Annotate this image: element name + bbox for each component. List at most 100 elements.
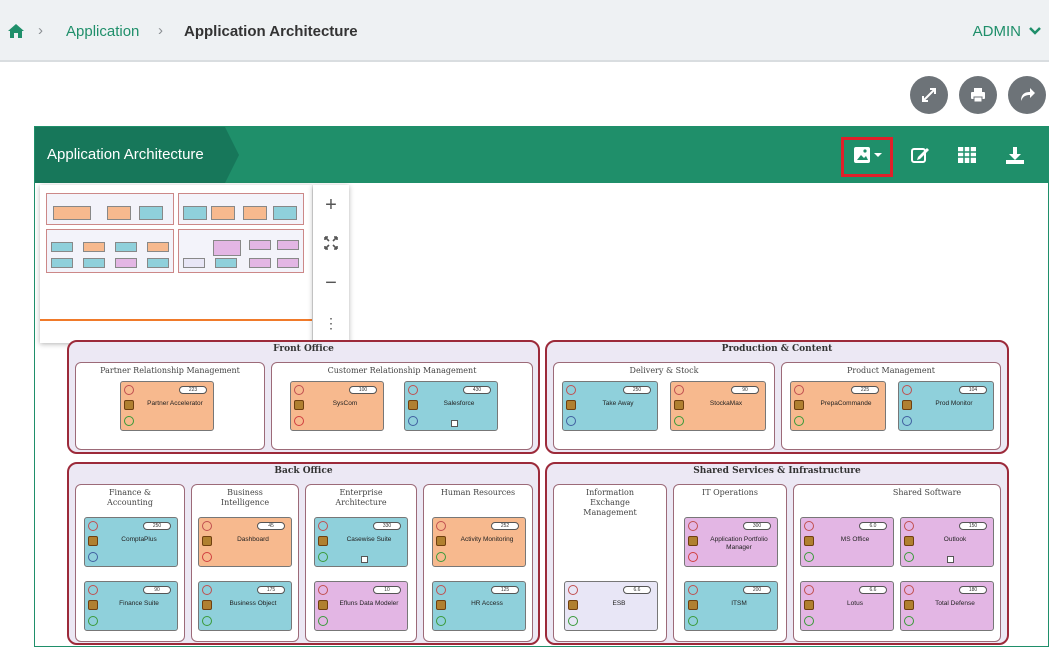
expand-box-icon[interactable] bbox=[361, 556, 368, 563]
expand-icon bbox=[922, 88, 936, 102]
download-icon[interactable] bbox=[1005, 146, 1025, 164]
check-icon bbox=[88, 552, 98, 562]
app-card[interactable]: 250 Take Away bbox=[562, 381, 658, 431]
expand-box-icon[interactable] bbox=[451, 420, 458, 427]
app-card[interactable]: 430 Salesforce bbox=[404, 381, 498, 431]
app-card[interactable]: 10 Efluns Data Modeler bbox=[314, 581, 408, 631]
user-menu[interactable]: ADMIN bbox=[973, 23, 1021, 40]
minus-icon: − bbox=[325, 271, 337, 294]
subgroup-delivery[interactable]: Delivery & Stock 250 Take Away 90 Stocka… bbox=[553, 362, 775, 450]
status-icon bbox=[202, 585, 212, 595]
check-icon bbox=[294, 416, 304, 426]
minimap-app bbox=[83, 242, 105, 252]
app-badge: 104 bbox=[959, 386, 987, 394]
subgroup-it-operations[interactable]: IT Operations 300 Application Portfolio … bbox=[673, 484, 787, 642]
check-icon bbox=[804, 552, 814, 562]
group-production-content[interactable]: Production & Content Delivery & Stock 25… bbox=[545, 340, 1009, 454]
category-icon bbox=[902, 400, 912, 410]
home-icon[interactable] bbox=[8, 24, 24, 38]
check-icon bbox=[436, 552, 446, 562]
app-card[interactable]: 104 Prod Monitor bbox=[898, 381, 994, 431]
app-badge: 225 bbox=[851, 386, 879, 394]
status-icon bbox=[88, 585, 98, 595]
app-card[interactable]: 225 PrepaCommande bbox=[790, 381, 886, 431]
app-name: Dashboard bbox=[237, 536, 269, 543]
app-card[interactable]: 100 SysCom bbox=[290, 381, 384, 431]
app-card[interactable]: 180 Total Defense bbox=[900, 581, 994, 631]
app-badge: 100 bbox=[349, 386, 377, 394]
share-button[interactable] bbox=[1008, 76, 1046, 114]
app-name: Outlook bbox=[943, 536, 967, 543]
subgroup-shared-software[interactable]: Shared Software 6.0 MS Office 150 Outloo… bbox=[793, 484, 1001, 642]
minimap-app bbox=[243, 206, 267, 220]
panel-title: Application Architecture bbox=[47, 146, 204, 163]
subgroup-enterprise-architecture[interactable]: Enterprise Architecture 330 Casewise Sui… bbox=[305, 484, 417, 642]
app-badge: 250 bbox=[143, 522, 171, 530]
print-button[interactable] bbox=[959, 76, 997, 114]
group-back-office[interactable]: Back Office Finance & Accounting 250 Com… bbox=[67, 462, 540, 645]
app-card[interactable]: 223 Partner Accelerator bbox=[120, 381, 214, 431]
subgroup-product-management[interactable]: Product Management 225 PrepaCommande 104… bbox=[781, 362, 1001, 450]
chevron-down-icon[interactable] bbox=[1029, 27, 1041, 35]
more-button[interactable]: ⋮ bbox=[313, 305, 349, 341]
app-card[interactable]: 125 HR Access bbox=[432, 581, 526, 631]
group-front-office[interactable]: Front Office Partner Relationship Manage… bbox=[67, 340, 540, 454]
status-icon bbox=[804, 585, 814, 595]
app-card[interactable]: 175 Business Object bbox=[198, 581, 292, 631]
app-card[interactable]: 6.6 Lotus bbox=[800, 581, 894, 631]
app-card[interactable]: 200 ITSM bbox=[684, 581, 778, 631]
subgroup-crm[interactable]: Customer Relationship Management 100 Sys… bbox=[271, 362, 533, 450]
group-shared-services[interactable]: Shared Services & Infrastructure Informa… bbox=[545, 462, 1009, 645]
edit-icon[interactable] bbox=[910, 146, 930, 164]
group-title: Production & Content bbox=[721, 344, 833, 354]
subgroup-human-resources[interactable]: Human Resources 252 Activity Monitoring … bbox=[423, 484, 533, 642]
panel-title-arrow bbox=[225, 127, 239, 183]
subgroup-iem[interactable]: Information Exchange Management 6.6 ESB bbox=[553, 484, 667, 642]
subgroup-finance[interactable]: Finance & Accounting 250 ComptaPlus 90 F… bbox=[75, 484, 185, 642]
minimap[interactable] bbox=[40, 185, 312, 343]
fit-button[interactable] bbox=[313, 225, 349, 261]
check-icon bbox=[804, 616, 814, 626]
app-card[interactable]: 150 Outlook bbox=[900, 517, 994, 567]
app-card[interactable]: 330 Casewise Suite bbox=[314, 517, 408, 567]
minimap-app bbox=[83, 258, 105, 268]
app-card[interactable]: 45 Dashboard bbox=[198, 517, 292, 567]
expand-button[interactable] bbox=[910, 76, 948, 114]
app-name: Efluns Data Modeler bbox=[339, 600, 399, 607]
app-card[interactable]: 300 Application Portfolio Manager bbox=[684, 517, 778, 567]
category-icon bbox=[318, 600, 328, 610]
minimap-app bbox=[115, 242, 137, 252]
subgroup-bi[interactable]: Business Intelligence 45 Dashboard 175 B… bbox=[191, 484, 299, 642]
app-card[interactable]: 6.0 MS Office bbox=[800, 517, 894, 567]
status-icon bbox=[566, 385, 576, 395]
app-card[interactable]: 250 ComptaPlus bbox=[84, 517, 178, 567]
app-card[interactable]: 6.6 ESB bbox=[564, 581, 658, 631]
check-icon bbox=[902, 416, 912, 426]
minimap-app bbox=[273, 206, 297, 220]
check-icon bbox=[566, 416, 576, 426]
image-export-icon[interactable] bbox=[853, 146, 883, 164]
check-icon bbox=[124, 416, 134, 426]
subgroup-title: Customer Relationship Management bbox=[327, 366, 477, 375]
app-name: MS Office bbox=[840, 536, 870, 543]
app-badge: 180 bbox=[959, 586, 987, 594]
subgroup-title: Business Intelligence bbox=[220, 488, 270, 507]
app-card[interactable]: 90 Finance Suite bbox=[84, 581, 178, 631]
status-icon bbox=[568, 585, 578, 595]
check-icon bbox=[88, 616, 98, 626]
expand-box-icon[interactable] bbox=[947, 556, 954, 563]
table-icon[interactable] bbox=[957, 146, 977, 164]
subgroup-title: Information Exchange Management bbox=[583, 488, 637, 517]
minimap-app bbox=[183, 206, 207, 220]
app-badge: 6.0 bbox=[859, 522, 887, 530]
zoom-in-button[interactable]: + bbox=[313, 187, 349, 223]
app-badge: 175 bbox=[257, 586, 285, 594]
app-card[interactable]: 90 StockaMax bbox=[670, 381, 766, 431]
subgroup-prm[interactable]: Partner Relationship Management 223 Part… bbox=[75, 362, 265, 450]
category-icon bbox=[904, 600, 914, 610]
zoom-out-button[interactable]: − bbox=[313, 265, 349, 301]
app-card[interactable]: 252 Activity Monitoring bbox=[432, 517, 526, 567]
breadcrumb-application[interactable]: Application bbox=[66, 23, 139, 40]
check-icon bbox=[408, 416, 418, 426]
minimap-app bbox=[115, 258, 137, 268]
